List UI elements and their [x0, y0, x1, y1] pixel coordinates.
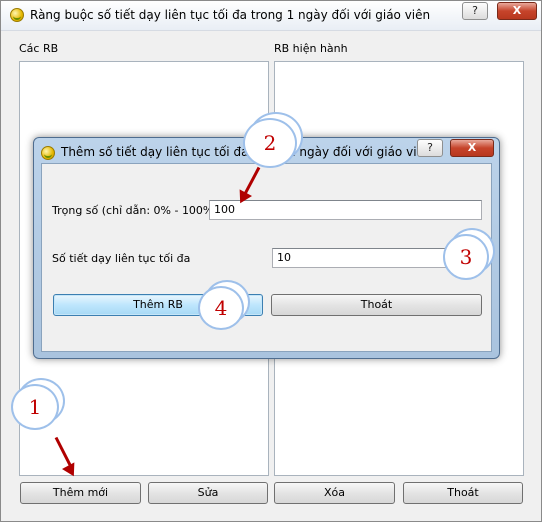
- callout-number: 4: [214, 296, 228, 320]
- weight-label: Trọng số (chỉ dẫn: 0% - 100%): [52, 204, 218, 217]
- callout-1: 1: [11, 384, 59, 430]
- close-button[interactable]: X: [497, 2, 537, 20]
- callout-number: 1: [28, 395, 42, 419]
- callout-3: 3: [443, 234, 489, 280]
- app-icon: [10, 8, 24, 22]
- dialog-help-button[interactable]: ?: [417, 139, 443, 157]
- close-icon: X: [512, 4, 522, 17]
- main-window-title: Ràng buộc số tiết dạy liên tục tối đa tr…: [30, 8, 431, 22]
- right-list-label: RB hiện hành: [274, 42, 348, 55]
- callout-number: 3: [459, 245, 473, 269]
- callout-number: 2: [263, 131, 277, 155]
- help-button[interactable]: ?: [462, 2, 488, 20]
- max-periods-label: Số tiết dạy liên tục tối đa: [52, 252, 191, 265]
- main-titlebar: Ràng buộc số tiết dạy liên tục tối đa tr…: [1, 1, 541, 31]
- dialog-body: Trọng số (chỉ dẫn: 0% - 100%) 100 Số tiế…: [41, 163, 492, 352]
- edit-button[interactable]: Sửa: [148, 482, 268, 504]
- weight-input[interactable]: 100: [209, 200, 482, 220]
- callout-4: 4: [198, 286, 244, 330]
- dialog-close-button[interactable]: X: [450, 139, 494, 157]
- dialog-exit-button[interactable]: Thoát: [271, 294, 482, 316]
- close-icon: X: [467, 141, 477, 154]
- add-rule-dialog: Thêm số tiết dạy liên tục tối đa trong 1…: [33, 137, 500, 359]
- delete-button[interactable]: Xóa: [274, 482, 395, 504]
- dialog-app-icon: [41, 146, 55, 160]
- exit-button[interactable]: Thoát: [403, 482, 523, 504]
- callout-2: 2: [243, 118, 297, 168]
- add-new-button[interactable]: Thêm mới: [20, 482, 141, 504]
- left-list-label: Các RB: [19, 42, 59, 55]
